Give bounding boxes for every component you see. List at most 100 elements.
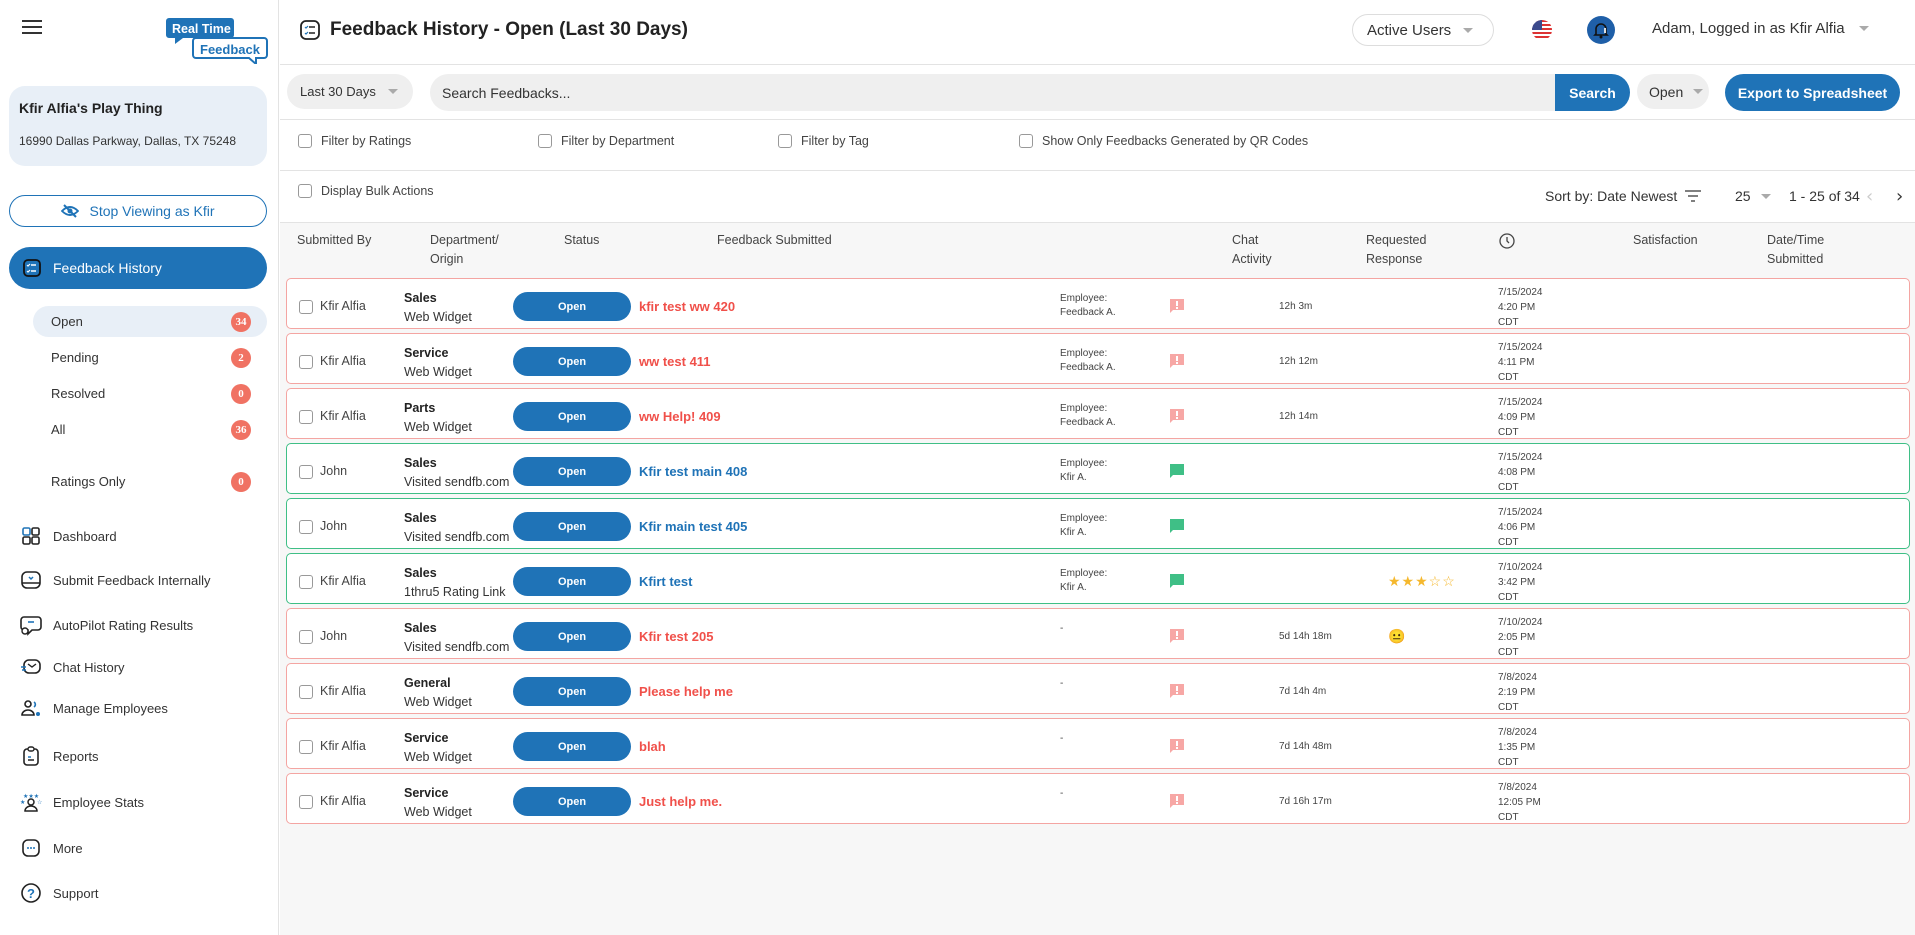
sidebar-subitem-open[interactable]: Open 34 xyxy=(33,306,267,337)
chevron-down-icon xyxy=(1760,193,1771,199)
status-button[interactable]: Open xyxy=(513,402,631,431)
feedback-link[interactable]: blah xyxy=(639,739,666,754)
search-input[interactable] xyxy=(430,74,1555,111)
us-flag-icon[interactable] xyxy=(1532,20,1552,40)
checkbox[interactable] xyxy=(298,134,312,148)
timezone: CDT xyxy=(1498,647,1519,658)
sidebar-item-manage-employees[interactable]: Manage Employees xyxy=(20,697,168,719)
table-row[interactable]: John Sales Visited sendfb.com Open Kfir t… xyxy=(286,443,1910,494)
active-users-dropdown[interactable]: Active Users xyxy=(1352,14,1494,46)
row-checkbox[interactable] xyxy=(299,355,313,369)
row-checkbox[interactable] xyxy=(299,795,313,809)
feedback-link[interactable]: Kfir main test 405 xyxy=(639,519,747,534)
sidebar-item-reports[interactable]: Reports xyxy=(20,745,99,767)
status-button[interactable]: Open xyxy=(513,512,631,541)
chevron-right-icon[interactable]: › xyxy=(1896,186,1903,207)
checkbox[interactable] xyxy=(538,134,552,148)
col-elapsed[interactable] xyxy=(1499,233,1515,255)
sidebar-item-feedback-history[interactable]: Feedback History xyxy=(9,247,267,289)
chat-activity: Employee: Feedback A. xyxy=(1060,402,1116,430)
logo[interactable]: Real Time Feedback xyxy=(166,16,268,64)
row-checkbox[interactable] xyxy=(299,300,313,314)
status-button[interactable]: Open xyxy=(513,567,631,596)
checkbox[interactable] xyxy=(778,134,792,148)
sidebar-item-autopilot[interactable]: AutoPilot Rating Results xyxy=(20,614,193,636)
sidebar-item-support[interactable]: ? Support xyxy=(20,882,99,904)
date-range-dropdown[interactable]: Last 30 Days xyxy=(287,74,413,109)
feedback-link[interactable]: ww Help! 409 xyxy=(639,409,721,424)
table-row[interactable]: Kfir Alfia Service Web Widget Open ww tes… xyxy=(286,333,1910,384)
table-row[interactable]: John Sales Visited sendfb.com Open Kfir t… xyxy=(286,608,1910,659)
notification-bell-icon[interactable] xyxy=(1587,16,1615,44)
feedback-link[interactable]: Please help me xyxy=(639,684,733,699)
filter-tag[interactable]: Filter by Tag xyxy=(778,134,869,148)
status-button[interactable]: Open xyxy=(513,292,631,321)
col-submitted-by[interactable]: Submitted By xyxy=(297,231,371,250)
sidebar-item-more[interactable]: More xyxy=(20,837,83,859)
status-button[interactable]: Open xyxy=(513,622,631,651)
per-page-dropdown[interactable]: 25 xyxy=(1735,188,1771,204)
user-menu[interactable]: Adam, Logged in as Kfir Alfia xyxy=(1652,20,1869,37)
checkbox[interactable] xyxy=(298,184,312,198)
date: 7/8/2024 xyxy=(1498,672,1537,683)
status-button[interactable]: Open xyxy=(513,787,631,816)
status-button[interactable]: Open xyxy=(513,677,631,706)
checkbox[interactable] xyxy=(1019,134,1033,148)
stop-viewing-button[interactable]: Stop Viewing as Kfir xyxy=(9,195,267,227)
feedback-link[interactable]: Kfir test main 408 xyxy=(639,464,747,479)
status-button[interactable]: Open xyxy=(513,347,631,376)
sidebar-item-submit-feedback[interactable]: Submit Feedback Internally xyxy=(20,569,211,591)
account-name: Kfir Alfia's Play Thing xyxy=(19,100,163,116)
export-spreadsheet-button[interactable]: Export to Spreadsheet xyxy=(1725,74,1900,111)
status-button[interactable]: Open xyxy=(513,457,631,486)
row-checkbox[interactable] xyxy=(299,740,313,754)
col-department[interactable]: Department/Origin xyxy=(430,231,499,269)
feedback-link[interactable]: Just help me. xyxy=(639,794,722,809)
feedback-link[interactable]: Kfirt test xyxy=(639,574,692,589)
department: Service xyxy=(404,346,449,360)
feedback-link[interactable]: kfir test ww 420 xyxy=(639,299,735,314)
col-date[interactable]: Date/Time Submitted xyxy=(1767,231,1824,269)
date: 7/10/2024 xyxy=(1498,562,1543,573)
feedback-link[interactable]: ww test 411 xyxy=(639,354,711,369)
col-status[interactable]: Status xyxy=(564,231,599,250)
sidebar-item-employee-stats[interactable]: ★★★ ★ ☆ Employee Stats xyxy=(20,791,144,813)
status-button[interactable]: Open xyxy=(513,732,631,761)
row-checkbox[interactable] xyxy=(299,630,313,644)
row-checkbox[interactable] xyxy=(299,410,313,424)
time: 3:42 PM xyxy=(1498,577,1536,588)
status-filter-dropdown[interactable]: Open xyxy=(1637,74,1709,109)
row-checkbox[interactable] xyxy=(299,465,313,479)
table-row[interactable]: Kfir Alfia Service Web Widget Open Just h… xyxy=(286,773,1910,824)
sidebar-item-dashboard[interactable]: Dashboard xyxy=(20,525,117,547)
filter-qr-codes[interactable]: Show Only Feedbacks Generated by QR Code… xyxy=(1019,134,1308,148)
col-satisfaction[interactable]: Satisfaction xyxy=(1633,231,1698,250)
row-checkbox[interactable] xyxy=(299,575,313,589)
row-checkbox[interactable] xyxy=(299,520,313,534)
table-row[interactable]: Kfir Alfia General Web Widget Open Please… xyxy=(286,663,1910,714)
row-checkbox[interactable] xyxy=(299,685,313,699)
sidebar-item-chat-history[interactable]: Chat History xyxy=(20,656,125,678)
filter-department[interactable]: Filter by Department xyxy=(538,134,674,148)
feedback-link[interactable]: Kfir test 205 xyxy=(639,629,713,644)
table-row[interactable]: Kfir Alfia Sales 1thru5 Rating Link Open … xyxy=(286,553,1910,604)
menu-icon[interactable] xyxy=(22,20,42,34)
chevron-down-icon xyxy=(387,89,398,94)
sort-dropdown[interactable]: Sort by: Date Newest xyxy=(1545,188,1702,204)
col-requested-response[interactable]: Requested Response xyxy=(1366,231,1426,269)
col-feedback[interactable]: Feedback Submitted xyxy=(717,231,832,250)
filter-ratings[interactable]: Filter by Ratings xyxy=(298,134,411,148)
chevron-left-icon[interactable]: ‹ xyxy=(1866,186,1873,207)
table-row[interactable]: Kfir Alfia Service Web Widget Open blah -… xyxy=(286,718,1910,769)
sidebar-subitem-ratings-only[interactable]: Ratings Only 0 xyxy=(33,466,267,497)
sidebar-subitem-resolved[interactable]: Resolved 0 xyxy=(33,378,267,409)
table-row[interactable]: John Sales Visited sendfb.com Open Kfir m… xyxy=(286,498,1910,549)
submitted-by: Kfir Alfia xyxy=(320,794,366,808)
search-button[interactable]: Search xyxy=(1555,74,1630,111)
table-row[interactable]: Kfir Alfia Parts Web Widget Open ww Help!… xyxy=(286,388,1910,439)
col-chat-activity[interactable]: Chat Activity xyxy=(1232,231,1272,269)
display-bulk-actions[interactable]: Display Bulk Actions xyxy=(298,184,434,198)
sidebar-subitem-pending[interactable]: Pending 2 xyxy=(33,342,267,373)
sidebar-subitem-all[interactable]: All 36 xyxy=(33,414,267,445)
table-row[interactable]: Kfir Alfia Sales Web Widget Open kfir tes… xyxy=(286,278,1910,329)
